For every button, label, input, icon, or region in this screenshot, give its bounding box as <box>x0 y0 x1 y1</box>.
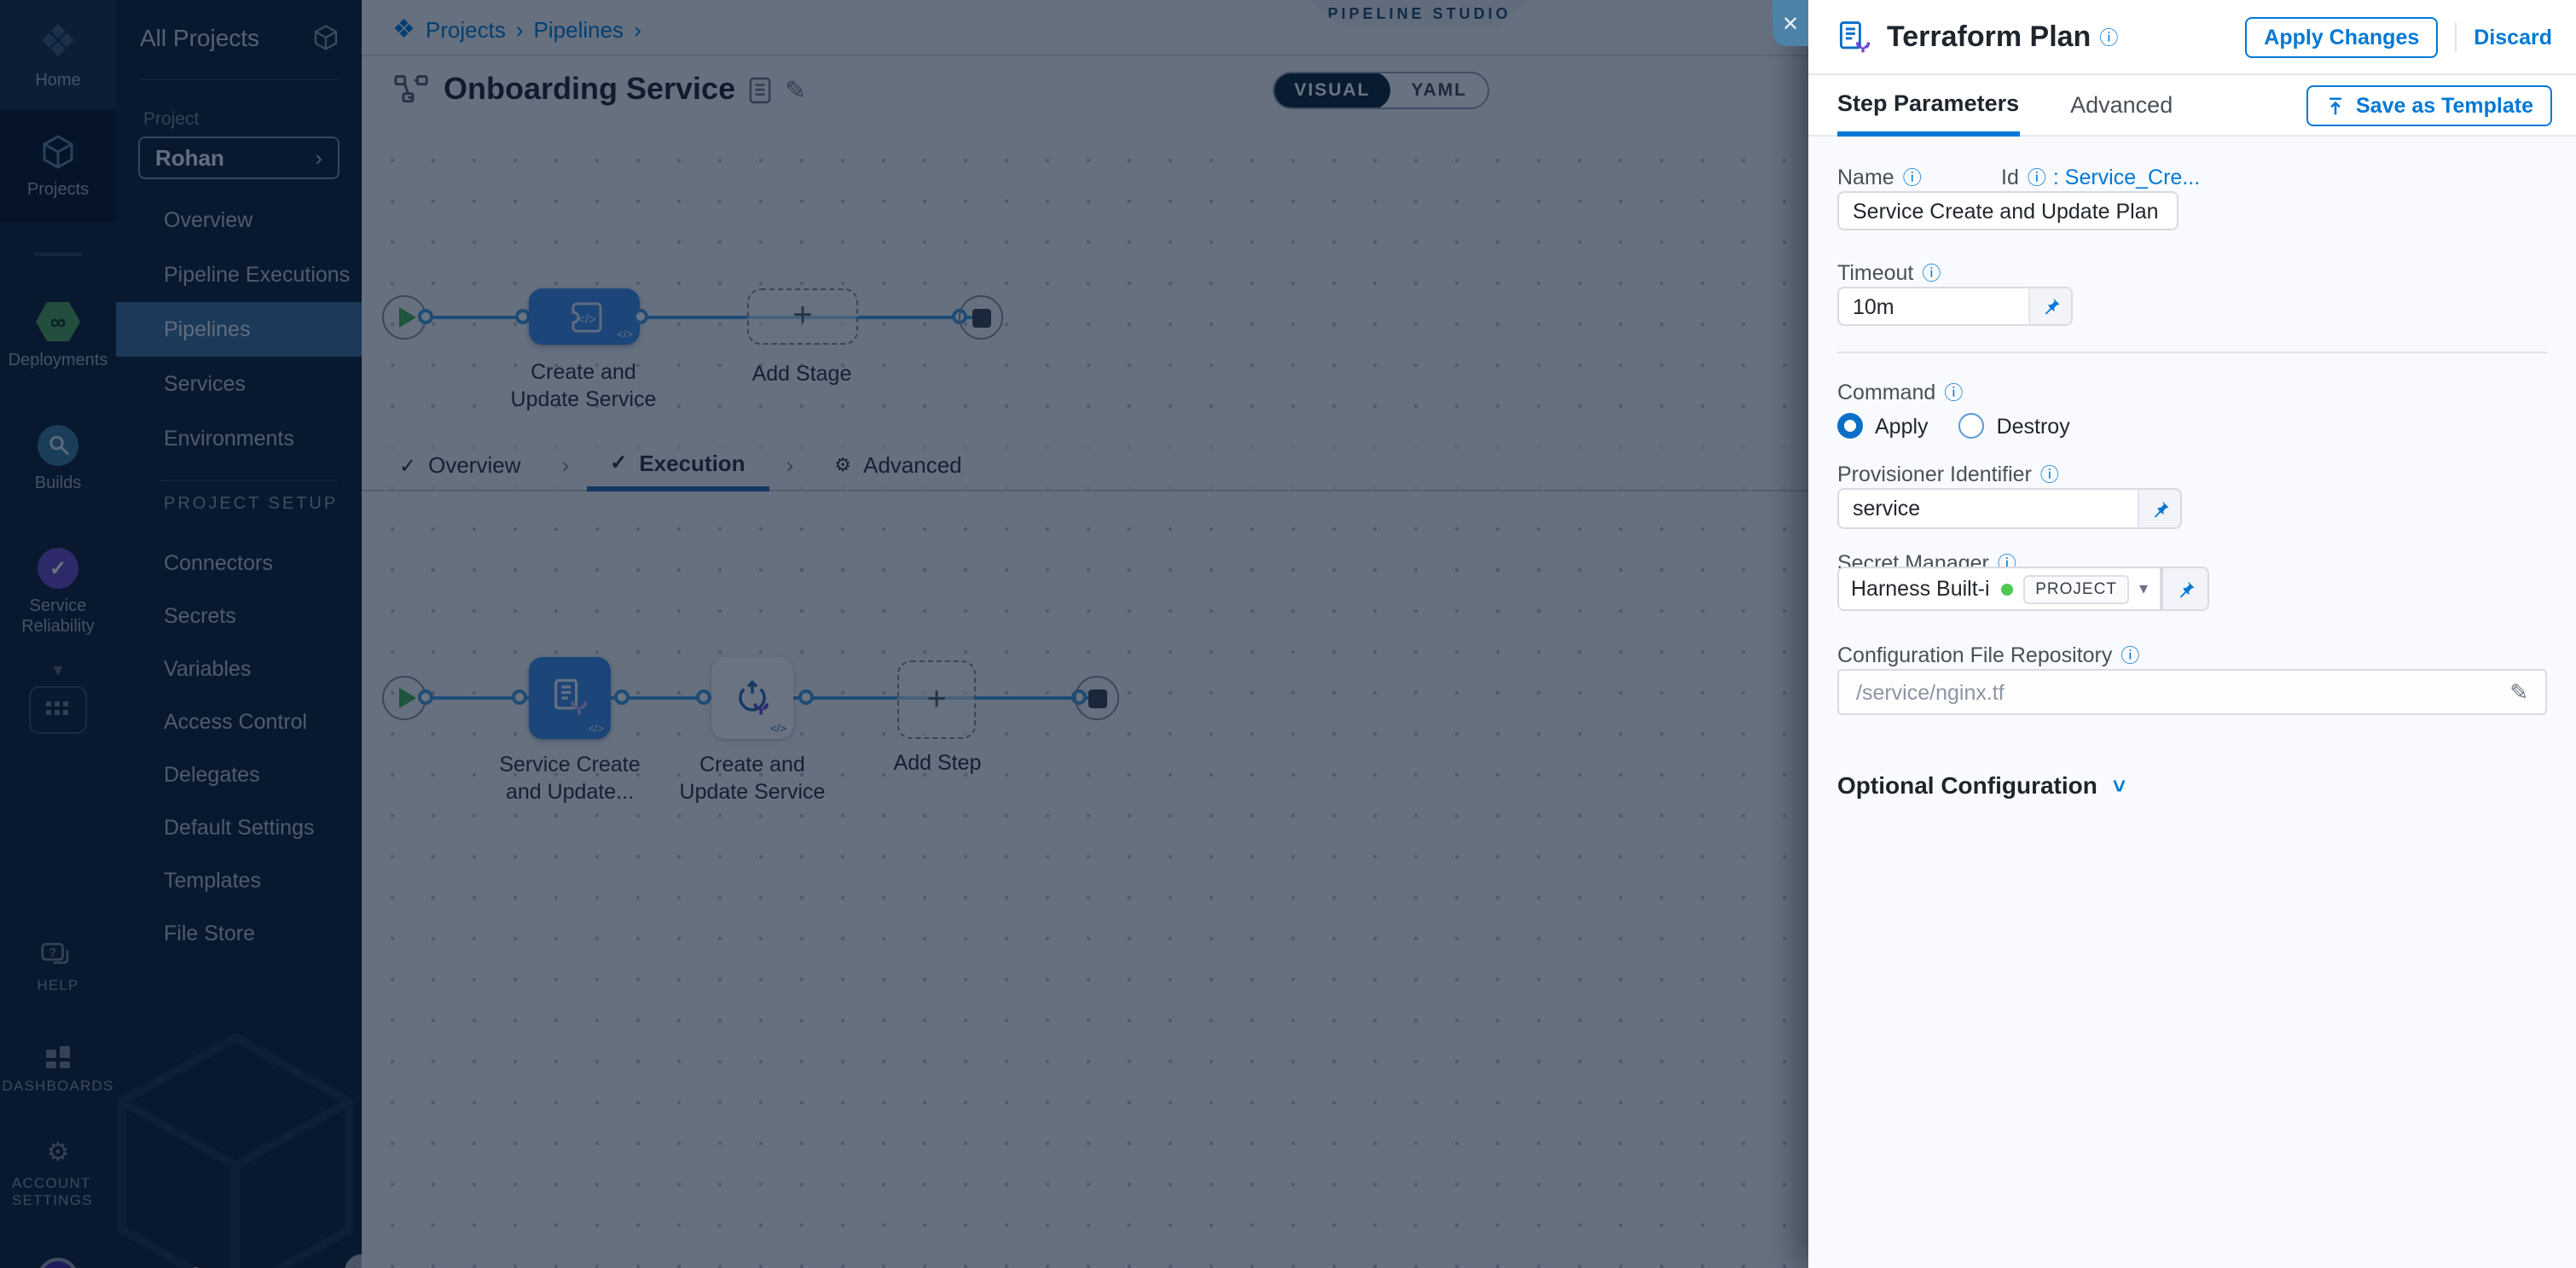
info-icon[interactable]: ⓘ <box>2121 642 2139 669</box>
close-icon: ✕ <box>1782 11 1799 35</box>
drawer-header: Terraform Plan ⓘ Apply Changes Discard <box>1808 0 2576 75</box>
provisioner-identifier-input[interactable] <box>1837 488 2138 529</box>
config-file-repository-field[interactable]: /service/nginx.tf ✎ <box>1837 669 2547 715</box>
step-config-drawer: ✕ Terraform Plan ⓘ Apply Changes Discard… <box>1808 0 2576 1268</box>
drawer-tabs: Step Parameters Advanced Save as Templat… <box>1808 75 2576 137</box>
chevron-down-icon: ▾ <box>2139 579 2148 598</box>
info-icon[interactable]: ⓘ <box>1922 259 1941 287</box>
pin-icon[interactable] <box>2161 567 2209 611</box>
info-icon[interactable]: ⓘ <box>2040 461 2059 488</box>
radio-selected-icon <box>1837 413 1863 439</box>
scope-badge: PROJECT <box>2023 574 2129 603</box>
timeout-field <box>1837 287 2073 326</box>
info-icon[interactable]: ⓘ <box>2028 164 2046 191</box>
config-file-repository-value: /service/nginx.tf <box>1856 680 2005 704</box>
timeout-input[interactable] <box>1837 287 2028 326</box>
divider <box>2455 21 2457 52</box>
divider <box>1837 352 2547 353</box>
name-input[interactable] <box>1837 191 2179 230</box>
tab-advanced[interactable]: Advanced <box>2070 74 2173 136</box>
drawer-title: Terraform Plan <box>1887 20 2091 54</box>
step-parameters-form: Nameⓘ Idⓘ : Service_Cre... Timeoutⓘ Comm… <box>1808 137 2576 1268</box>
step-id: Idⓘ : Service_Cre... <box>2001 164 2200 191</box>
drawer-header-actions: Apply Changes Discard <box>2245 16 2552 57</box>
config-file-repository-label: Configuration File Repositoryⓘ <box>1837 642 2139 669</box>
drawer-close-button[interactable]: ✕ <box>1772 0 1808 46</box>
radio-destroy[interactable]: Destroy <box>1959 413 2070 439</box>
tab-step-parameters[interactable]: Step Parameters <box>1837 74 2019 136</box>
provisioner-identifier-label: Provisioner Identifierⓘ <box>1837 461 2059 488</box>
status-dot-icon <box>2001 583 2013 595</box>
secret-manager-value: Harness Built-i... <box>1851 577 1991 601</box>
optional-configuration-toggle[interactable]: Optional Configuration ˅ <box>1837 771 2126 799</box>
save-as-template-button[interactable]: Save as Template <box>2306 84 2552 125</box>
radio-unselected-icon <box>1959 413 1985 439</box>
discard-button[interactable]: Discard <box>2474 25 2552 49</box>
provisioner-identifier-field <box>1837 488 2182 529</box>
chevron-down-icon: ˅ <box>2113 772 2126 798</box>
info-icon[interactable]: ⓘ <box>1944 379 1963 406</box>
command-label: Commandⓘ <box>1837 379 1963 406</box>
radio-apply[interactable]: Apply <box>1837 413 1929 439</box>
edit-pencil-icon[interactable]: ✎ <box>2509 678 2528 706</box>
pin-icon[interactable] <box>2028 287 2073 326</box>
secret-manager-select[interactable]: Harness Built-i... PROJECT ▾ <box>1837 567 2161 611</box>
app-root: ❖ Home Projects ∞ Deployments Builds ✓ S… <box>0 0 2576 1268</box>
info-icon[interactable]: ⓘ <box>1903 164 1922 191</box>
upload-icon <box>2325 95 2346 115</box>
name-label: Nameⓘ <box>1837 164 1922 191</box>
timeout-label: Timeoutⓘ <box>1837 259 1941 287</box>
command-radio-group: Apply Destroy <box>1837 413 2070 439</box>
apply-changes-button[interactable]: Apply Changes <box>2245 16 2438 57</box>
pin-icon[interactable] <box>2138 488 2182 529</box>
optional-configuration-label: Optional Configuration <box>1837 771 2097 799</box>
info-icon[interactable]: ⓘ <box>2099 23 2118 50</box>
terraform-plan-icon <box>1836 18 1873 55</box>
drawer-backdrop[interactable] <box>0 0 1808 1268</box>
step-id-value[interactable]: : Service_Cre... <box>2053 166 2200 189</box>
